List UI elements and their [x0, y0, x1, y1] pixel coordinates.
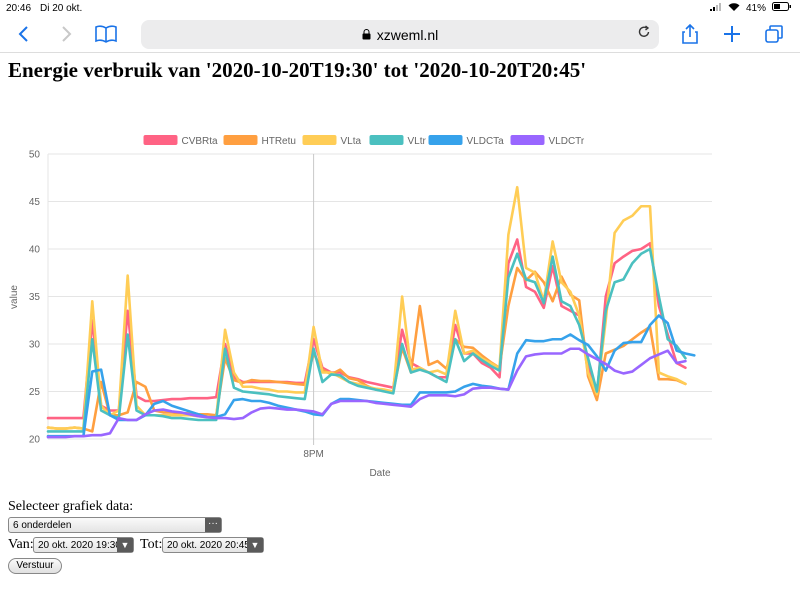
data-select[interactable]: 6 onderdelen ···: [8, 517, 222, 533]
y-tick-label: 30: [29, 340, 41, 351]
y-tick-label: 50: [29, 150, 41, 161]
status-right: 41%: [709, 2, 792, 14]
tabs-icon[interactable]: [762, 22, 786, 46]
to-label: Tot:: [140, 537, 163, 552]
select-data-label: Selecteer grafiek data:: [8, 499, 134, 514]
chevron-down-icon: ▼: [247, 538, 263, 552]
page-title: Energie verbruik van '2020-10-20T19:30' …: [8, 58, 587, 82]
legend-label: CVBRta: [182, 136, 219, 147]
legend-label: VLDCTa: [467, 136, 505, 147]
wifi-icon: [728, 2, 740, 14]
from-date-select[interactable]: 20 okt. 2020 19:30 ▼: [33, 537, 134, 553]
y-axis-label: value: [9, 285, 20, 309]
y-tick-label: 25: [29, 387, 41, 398]
data-select-value: 6 onderdelen: [13, 520, 72, 531]
ellipsis-icon: ···: [205, 518, 221, 532]
status-time: 20:46: [6, 3, 32, 14]
submit-button[interactable]: Verstuur: [8, 558, 62, 574]
lock-icon: [362, 27, 371, 43]
back-icon[interactable]: [12, 22, 36, 46]
legend-swatch: [223, 135, 258, 145]
battery-icon: [772, 2, 792, 14]
legend-swatch: [302, 135, 337, 145]
share-icon[interactable]: [678, 22, 702, 46]
series-line-htretu: [46, 266, 687, 433]
battery-percent: 41%: [745, 2, 766, 14]
legend-label: HTRetu: [262, 136, 296, 147]
x-axis-label: Date: [369, 468, 391, 479]
legend-label: VLta: [341, 136, 362, 147]
legend-swatch: [143, 135, 178, 145]
to-date-value: 20 okt. 2020 20:45: [167, 540, 250, 551]
url-text: xzweml.nl: [376, 26, 439, 43]
new-tab-icon[interactable]: [720, 22, 744, 46]
reload-icon[interactable]: [637, 25, 651, 42]
bookmarks-icon[interactable]: [94, 22, 118, 46]
address-bar[interactable]: xzweml.nl: [141, 20, 659, 49]
legend-label: VLtr: [408, 136, 427, 147]
legend-swatch: [428, 135, 463, 145]
forward-icon[interactable]: [54, 22, 78, 46]
status-date: Di 20 okt.: [40, 3, 83, 14]
chart-legend: CVBRta HTRetu VLta VLtr VLDCTa VLDCTr: [143, 135, 585, 147]
chevron-down-icon: ▼: [117, 538, 133, 552]
chart-grid: 20 25 30 35 40 45 50 8PM: [29, 150, 712, 460]
legend-swatch: [510, 135, 545, 145]
to-date-select[interactable]: 20 okt. 2020 20:45 ▼: [162, 537, 264, 553]
x-tick-label: 8PM: [303, 449, 324, 460]
legend-label: VLDCTr: [549, 136, 585, 147]
browser-toolbar: xzweml.nl: [0, 16, 800, 53]
y-tick-label: 35: [29, 292, 41, 303]
series-line-vlta: [46, 185, 687, 430]
y-tick-label: 45: [29, 197, 41, 208]
chart-series: [46, 185, 696, 439]
from-label: Van:: [8, 537, 34, 552]
signal-icon: [709, 2, 722, 14]
y-tick-label: 20: [29, 435, 41, 446]
y-tick-label: 40: [29, 245, 41, 256]
series-line-vltr: [46, 247, 687, 433]
legend-swatch: [369, 135, 404, 145]
from-date-value: 20 okt. 2020 19:30: [38, 540, 121, 551]
status-bar: 20:46 Di 20 okt. 41%: [0, 0, 800, 16]
energy-line-chart: 20 25 30 35 40 45 50 8PM CVBRta HTRetu VLta VLtr VL…: [9, 135, 712, 479]
